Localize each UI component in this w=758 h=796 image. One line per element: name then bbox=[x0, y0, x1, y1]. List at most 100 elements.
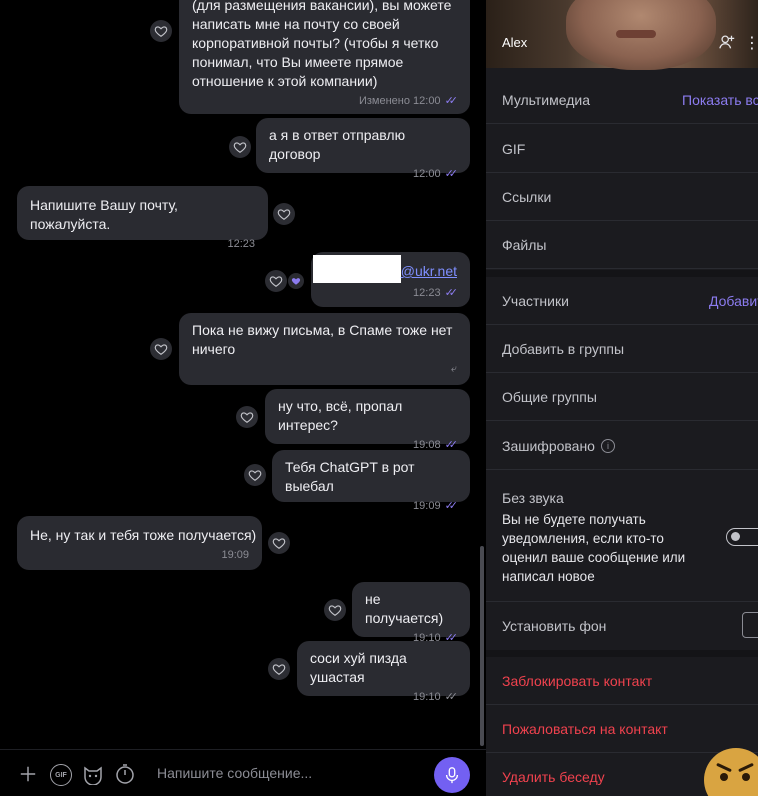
message-bubble-outgoing[interactable]: не получается) 19:10 ✓✓ bbox=[352, 582, 470, 644]
react-heart-icon[interactable] bbox=[244, 464, 266, 486]
react-heart-icon[interactable] bbox=[268, 532, 290, 554]
add-participant-link[interactable]: Добавить bbox=[709, 293, 758, 309]
message-bubble-incoming[interactable]: Напишите Вашу почту, пожалуйста. 12:23 bbox=[17, 186, 268, 250]
message-bubble-outgoing[interactable]: Пока не вижу письма, в Спаме тоже нет ни… bbox=[179, 313, 470, 385]
message-bubble-outgoing[interactable]: (для размещения вакансии), вы можете нап… bbox=[179, 0, 470, 114]
sticker-icon[interactable] bbox=[82, 763, 104, 785]
message-text: Не, ну так и тебя тоже получается) bbox=[30, 527, 257, 543]
chat-scrollbar[interactable] bbox=[480, 546, 484, 746]
more-icon[interactable]: ⋮ bbox=[744, 33, 758, 53]
message-input[interactable]: Напишите сообщение... bbox=[157, 765, 312, 781]
message-text: Тебя ChatGPT в рот выебал bbox=[285, 459, 415, 494]
message-text: Пока не вижу письма, в Спаме тоже нет ни… bbox=[192, 322, 453, 357]
message-time: 19:10 bbox=[413, 690, 441, 703]
message-bubble-outgoing[interactable]: соси хуй пизда ушастая 19:10 ✓✓ bbox=[297, 641, 470, 703]
sticker-brow bbox=[738, 762, 754, 773]
react-heart-icon[interactable] bbox=[150, 20, 172, 42]
contact-info-panel: Alex ⋮ Мультимедиа Показать все GIF Ссыл… bbox=[486, 0, 758, 796]
react-heart-icon[interactable] bbox=[268, 658, 290, 680]
react-heart-icon[interactable] bbox=[150, 338, 172, 360]
email-link[interactable]: @ukr.net bbox=[401, 262, 457, 281]
links-row[interactable]: Ссылки bbox=[486, 173, 758, 221]
sent-status-icon: ⤶ bbox=[450, 362, 457, 375]
message-text: (для размещения вакансии), вы можете нап… bbox=[192, 0, 452, 89]
message-text: а я в ответ отправлю договор bbox=[269, 127, 406, 162]
message-bubble-incoming[interactable]: Не, ну так и тебя тоже получается) 19:09 bbox=[17, 516, 262, 570]
timer-icon[interactable] bbox=[114, 763, 136, 785]
sticker-brow bbox=[716, 762, 732, 773]
contact-name: Alex bbox=[502, 35, 528, 50]
encrypted-label: Зашифровано bbox=[502, 437, 595, 454]
gif-icon[interactable]: GIF bbox=[50, 764, 72, 786]
composer-divider bbox=[0, 749, 486, 750]
message-meta: 19:10 ✓✓ bbox=[310, 690, 459, 704]
redacted-block bbox=[313, 255, 401, 283]
files-label: Файлы bbox=[502, 236, 547, 253]
read-ticks-icon: ✓✓ bbox=[444, 286, 459, 299]
message-meta: 12:00 ✓✓ bbox=[269, 167, 459, 181]
block-contact-label: Заблокировать контакт bbox=[502, 672, 653, 689]
message-time: 12:23 bbox=[413, 286, 441, 299]
section-separator bbox=[486, 650, 758, 657]
add-to-groups-label: Добавить в группы bbox=[502, 340, 625, 357]
participants-label: Участники bbox=[502, 292, 569, 309]
gif-row[interactable]: GIF bbox=[486, 125, 758, 173]
message-time: 19:09 bbox=[413, 499, 441, 512]
read-ticks-icon: ✓✓ bbox=[444, 167, 459, 180]
delete-chat-label: Удалить беседу bbox=[502, 769, 605, 785]
message-meta: 12:23 bbox=[30, 237, 255, 251]
message-meta: 12:23 ✓✓ bbox=[311, 286, 459, 300]
background-preview[interactable] bbox=[742, 612, 758, 638]
avatar-mouth bbox=[616, 30, 656, 38]
read-ticks-icon: ✓✓ bbox=[444, 499, 459, 512]
links-label: Ссылки bbox=[502, 188, 552, 205]
media-row[interactable]: Мультимедиа Показать все bbox=[486, 76, 758, 124]
show-all-link[interactable]: Показать все bbox=[682, 92, 758, 108]
message-bubble-outgoing[interactable]: а я в ответ отправлю договор 12:00 ✓✓ bbox=[256, 118, 470, 180]
common-groups-label: Общие группы bbox=[502, 388, 597, 405]
react-heart-icon[interactable] bbox=[265, 270, 287, 292]
set-background-label: Установить фон bbox=[502, 618, 607, 634]
reaction-heart-filled-icon[interactable] bbox=[288, 273, 304, 289]
mute-title: Без звука bbox=[502, 490, 564, 506]
block-contact-row[interactable]: Заблокировать контакт bbox=[486, 657, 758, 705]
react-heart-icon[interactable] bbox=[324, 599, 346, 621]
message-meta: 19:09 ✓✓ bbox=[285, 499, 459, 513]
message-time: 12:00 bbox=[413, 167, 441, 180]
add-contact-icon[interactable] bbox=[718, 33, 736, 56]
report-contact-row[interactable]: Пожаловаться на контакт bbox=[486, 705, 758, 753]
info-icon[interactable]: i bbox=[600, 438, 615, 453]
react-heart-icon[interactable] bbox=[236, 406, 258, 428]
media-label: Мультимедиа bbox=[502, 91, 590, 108]
message-time: Изменено 12:00 bbox=[358, 94, 441, 107]
message-text: соси хуй пизда ушастая bbox=[310, 650, 407, 685]
files-row[interactable]: Файлы bbox=[486, 221, 758, 269]
sticker-eye bbox=[720, 773, 728, 781]
set-background-row[interactable]: Установить фон bbox=[486, 602, 758, 650]
message-time: 19:09 bbox=[221, 548, 249, 561]
microphone-icon bbox=[445, 767, 459, 784]
mute-section: Без звука Вы не будете получать уведомле… bbox=[486, 472, 758, 602]
common-groups-row[interactable]: Общие группы bbox=[486, 373, 758, 421]
message-text: ну что, всё, пропал интерес? bbox=[278, 398, 403, 433]
message-bubble-outgoing[interactable]: ну что, всё, пропал интерес? 19:08 ✓✓ bbox=[265, 389, 470, 451]
chat-pane: (для размещения вакансии), вы можете нап… bbox=[0, 0, 486, 796]
participants-row[interactable]: Участники Добавить bbox=[486, 277, 758, 325]
message-meta: Изменено 12:00 ✓✓ bbox=[192, 94, 458, 108]
react-heart-icon[interactable] bbox=[273, 203, 295, 225]
sticker-eye bbox=[742, 773, 750, 781]
mute-toggle[interactable] bbox=[726, 528, 758, 546]
microphone-button[interactable] bbox=[434, 757, 470, 793]
message-bubble-outgoing[interactable]: Тебя ChatGPT в рот выебал 19:09 ✓✓ bbox=[272, 450, 470, 512]
report-contact-label: Пожаловаться на контакт bbox=[502, 720, 668, 737]
react-heart-icon[interactable] bbox=[229, 136, 251, 158]
gif-icon-label: GIF bbox=[55, 771, 67, 779]
message-meta: ⤶ bbox=[192, 362, 457, 376]
message-text: Напишите Вашу почту, пожалуйста. bbox=[30, 197, 178, 232]
delivered-ticks-icon: ✓✓ bbox=[444, 690, 459, 703]
encrypted-row[interactable]: Зашифровано i bbox=[486, 422, 758, 470]
message-bubble-outgoing[interactable]: @ukr.net 12:23 ✓✓ bbox=[311, 252, 470, 307]
mute-description: Вы не будете получать уведомления, если … bbox=[502, 512, 686, 584]
plus-icon[interactable] bbox=[18, 764, 38, 784]
add-to-groups-row[interactable]: Добавить в группы bbox=[486, 325, 758, 373]
